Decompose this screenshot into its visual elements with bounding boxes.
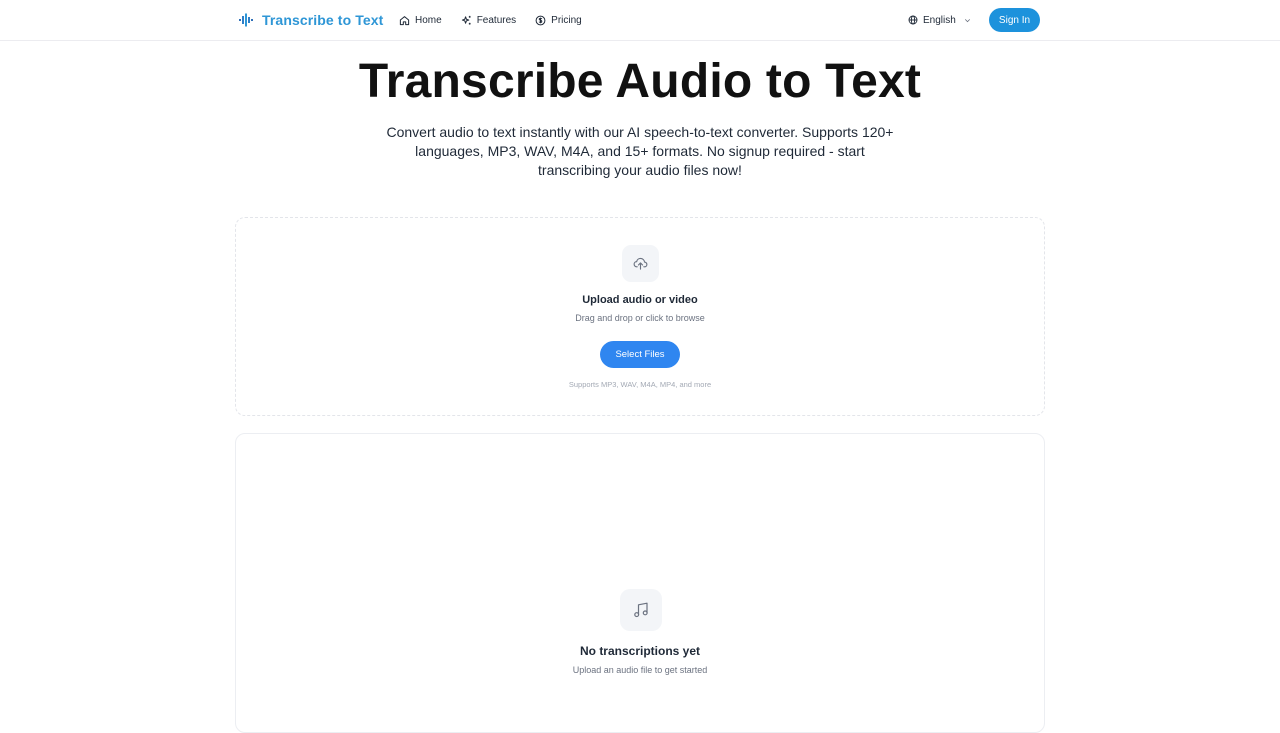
empty-state-title: No transcriptions yet bbox=[579, 644, 701, 658]
nav-pricing[interactable]: Pricing bbox=[535, 15, 582, 26]
language-selector[interactable]: English bbox=[908, 12, 972, 28]
main-nav: Home Features Pricing bbox=[399, 11, 582, 29]
select-files-button[interactable]: Select Files bbox=[600, 341, 680, 368]
top-navbar: Transcribe to Text Home Features Pricing bbox=[0, 0, 1280, 41]
language-label: English bbox=[923, 14, 956, 26]
brand-name: Transcribe to Text bbox=[262, 12, 384, 28]
home-icon bbox=[399, 15, 410, 25]
upload-dropzone[interactable]: Upload audio or video Drag and drop or c… bbox=[235, 217, 1045, 416]
nav-home[interactable]: Home bbox=[399, 15, 442, 26]
nav-home-label: Home bbox=[415, 14, 442, 26]
soundwave-logo-icon bbox=[239, 13, 253, 27]
transcriptions-panel: No transcriptions yet Upload an audio fi… bbox=[235, 433, 1045, 733]
page-title: Transcribe Audio to Text bbox=[358, 55, 922, 108]
cloud-upload-icon bbox=[633, 257, 648, 270]
empty-state-icon-container bbox=[620, 589, 662, 631]
nav-features[interactable]: Features bbox=[461, 15, 516, 26]
upload-icon-container bbox=[622, 245, 659, 282]
sign-in-button[interactable]: Sign In bbox=[989, 8, 1040, 32]
upload-hint: Drag and drop or click to browse bbox=[575, 313, 705, 323]
sparkles-icon bbox=[461, 15, 471, 25]
nav-pricing-label: Pricing bbox=[551, 14, 582, 26]
empty-state-hint: Upload an audio file to get started bbox=[572, 665, 708, 675]
supported-formats-text: Supports MP3, WAV, M4A, MP4, and more bbox=[568, 380, 712, 389]
chevron-down-icon bbox=[964, 18, 970, 22]
upload-title: Upload audio or video bbox=[582, 294, 698, 306]
page-subtitle: Convert audio to text instantly with our… bbox=[386, 124, 894, 178]
dollar-circle-icon bbox=[535, 15, 546, 25]
nav-features-label: Features bbox=[476, 14, 517, 26]
globe-icon bbox=[908, 15, 918, 25]
brand-logo-link[interactable]: Transcribe to Text bbox=[238, 10, 383, 30]
music-note-icon bbox=[634, 602, 648, 618]
